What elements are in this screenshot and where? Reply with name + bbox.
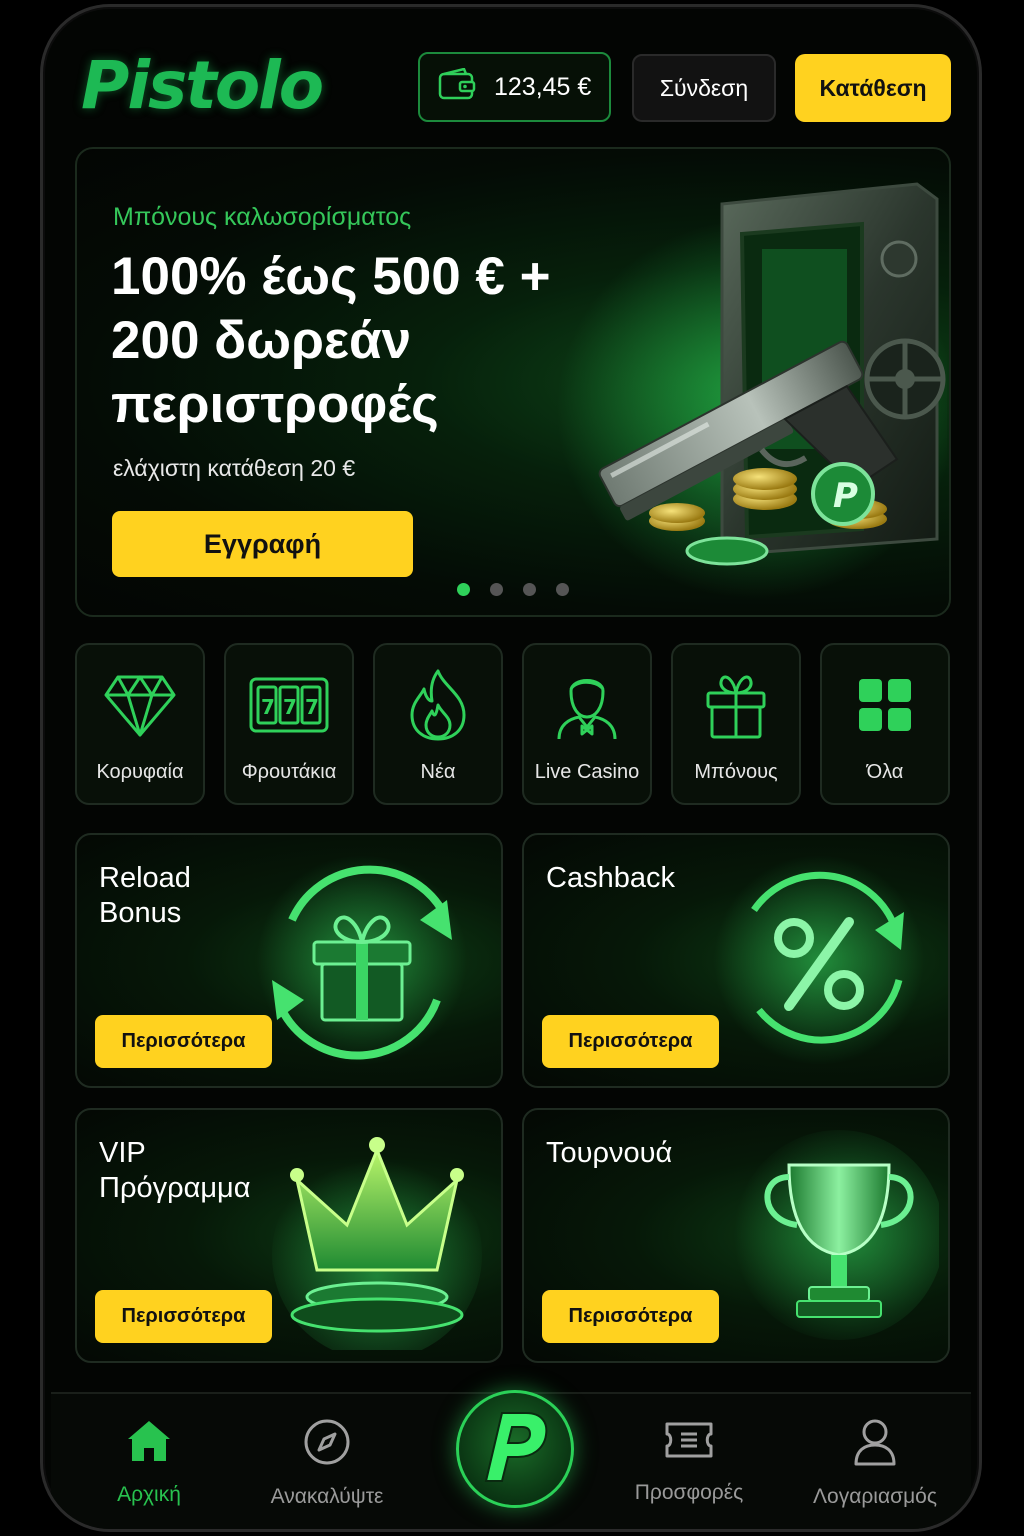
ticket-icon (663, 1418, 715, 1467)
promo-title: Cashback (546, 862, 675, 894)
carousel-indicators (457, 583, 569, 596)
carousel-dot-3[interactable] (523, 583, 536, 596)
gift-icon (704, 671, 768, 739)
category-label: Όλα (866, 761, 904, 783)
svg-text:7: 7 (305, 695, 319, 719)
welcome-bonus-banner[interactable]: P Μπόνους καλωσορίσματος 100% έως 500 € … (75, 147, 951, 617)
promo-title: Τουρνουά (546, 1137, 673, 1169)
more-button[interactable]: Περισσότερα (95, 1015, 272, 1068)
wallet-balance[interactable]: 123,45 € (418, 52, 611, 122)
more-button[interactable]: Περισσότερα (542, 1290, 719, 1343)
diamond-icon (104, 671, 176, 739)
category-top[interactable]: Κορυφαία (75, 643, 205, 805)
flame-icon (408, 669, 468, 741)
bottom-navigation: Αρχική Ανακαλύψτε Προσφορές Λογαριασμός (51, 1390, 971, 1529)
device-frame: Pistolo 123,45 € Σύνδεση Κατάθεση P Μπόν… (40, 4, 982, 1532)
app-screen: Pistolo 123,45 € Σύνδεση Κατάθεση P Μπόν… (43, 7, 979, 1529)
promo-card-reload-bonus[interactable]: Reload Bonus Περισσότερα (75, 833, 503, 1088)
category-slots[interactable]: 7 7 7 Φρουτάκια (224, 643, 354, 805)
deposit-button[interactable]: Κατάθεση (795, 54, 951, 122)
carousel-dot-4[interactable] (556, 583, 569, 596)
category-label: Φρουτάκια (241, 761, 337, 783)
category-row: Κορυφαία 7 7 7 Φρουτάκια Νέα Live Casino… (75, 643, 950, 805)
grid-icon (857, 671, 913, 739)
svg-text:7: 7 (283, 695, 297, 719)
promo-card-tournaments[interactable]: Τουρνουά Περισσότερα (522, 1108, 950, 1363)
slot-machine-icon: 7 7 7 (249, 671, 329, 739)
category-live-casino[interactable]: Live Casino (522, 643, 652, 805)
category-label: Νέα (420, 761, 456, 783)
nav-home-label: Αρχική (117, 1483, 181, 1506)
carousel-dot-1[interactable] (457, 583, 470, 596)
more-button[interactable]: Περισσότερα (95, 1290, 272, 1343)
nav-discover[interactable]: Ανακαλύψτε (247, 1418, 407, 1509)
category-label: Μπόνους (694, 761, 778, 783)
safe-with-pistol-illustration: P (557, 182, 947, 599)
user-icon (853, 1418, 897, 1471)
promo-title: VIP Πρόγραμμα (99, 1137, 251, 1204)
promo-card-cashback[interactable]: Cashback Περισσότερα (522, 833, 950, 1088)
dealer-icon (555, 671, 619, 740)
category-label: Live Casino (534, 761, 640, 783)
category-new[interactable]: Νέα (373, 643, 503, 805)
hero-kicker: Μπόνους καλωσορίσματος (113, 203, 412, 231)
nav-offers[interactable]: Προσφορές (609, 1418, 769, 1505)
svg-text:P: P (833, 476, 858, 516)
category-all[interactable]: Όλα (820, 643, 950, 805)
login-button[interactable]: Σύνδεση (632, 54, 776, 122)
compass-icon (303, 1418, 351, 1471)
more-button[interactable]: Περισσότερα (542, 1015, 719, 1068)
carousel-dot-2[interactable] (490, 583, 503, 596)
nav-offers-label: Προσφορές (634, 1481, 744, 1504)
svg-text:7: 7 (261, 695, 275, 719)
brand-center-button[interactable] (456, 1390, 574, 1508)
brand-logo[interactable]: Pistolo (81, 47, 324, 124)
pistolo-p-logo-icon (480, 1407, 550, 1492)
wallet-icon (438, 67, 476, 107)
nav-account[interactable]: Λογαριασμός (795, 1418, 955, 1509)
promo-title: Reload Bonus (99, 862, 191, 929)
hero-subtitle: ελάχιστη κατάθεση 20 € (113, 455, 356, 481)
nav-home[interactable]: Αρχική (69, 1418, 229, 1507)
category-bonus[interactable]: Μπόνους (671, 643, 801, 805)
category-label: Κορυφαία (96, 761, 184, 783)
register-button[interactable]: Εγγραφή (112, 511, 413, 577)
home-icon (126, 1418, 172, 1469)
balance-amount: 123,45 € (494, 72, 592, 101)
hero-title: 100% έως 500 € + 200 δωρεάν περιστροφές (111, 247, 551, 434)
promo-card-vip-program[interactable]: VIP Πρόγραμμα Περισσότερα (75, 1108, 503, 1363)
nav-discover-label: Ανακαλύψτε (270, 1485, 384, 1508)
nav-account-label: Λογαριασμός (813, 1485, 937, 1508)
